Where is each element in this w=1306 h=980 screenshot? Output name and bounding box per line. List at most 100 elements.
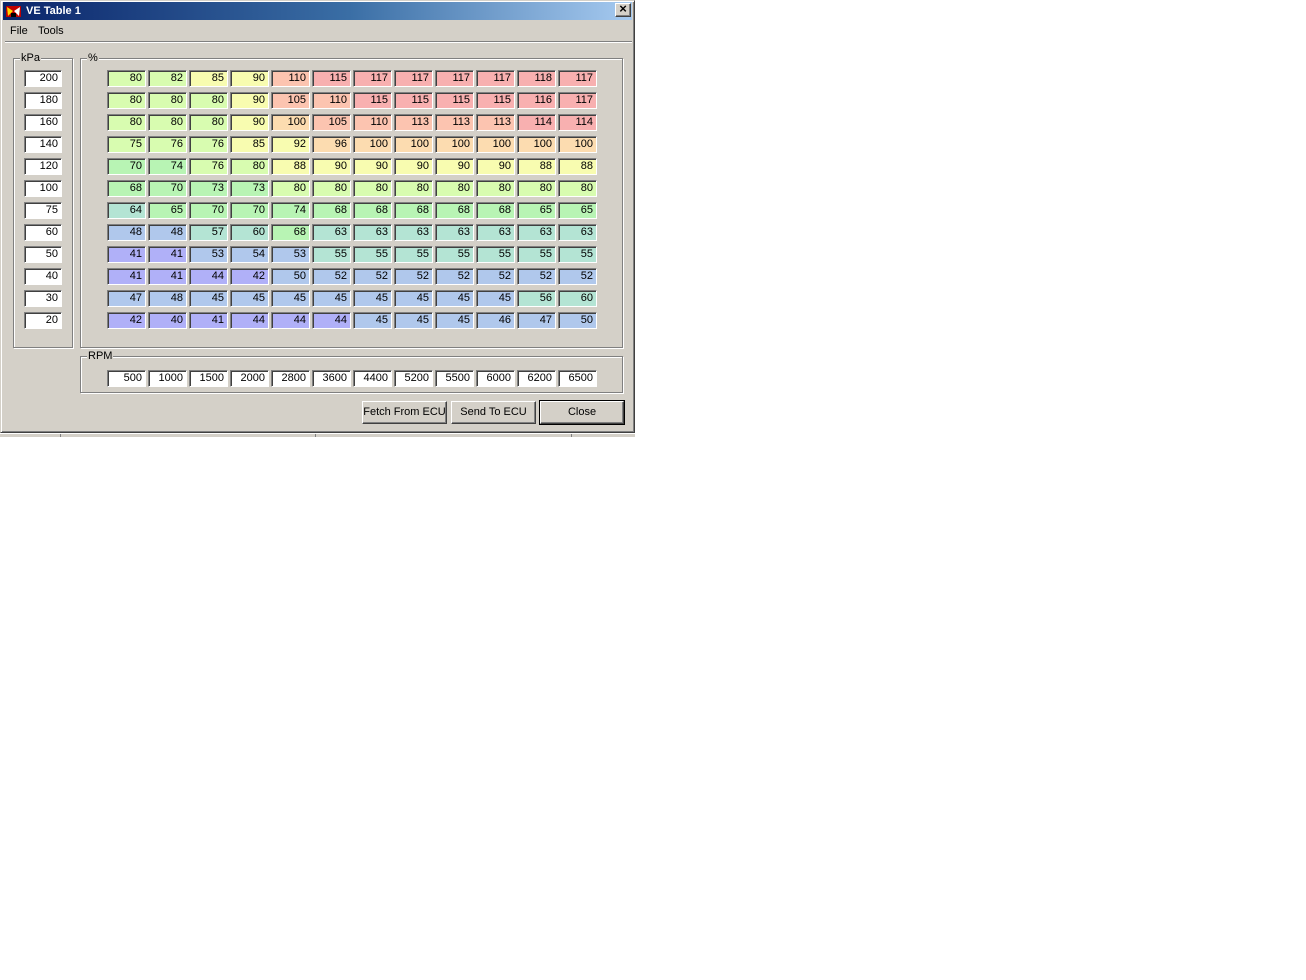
ve-cell[interactable]: 73 — [230, 180, 269, 197]
ve-cell[interactable]: 45 — [394, 312, 433, 329]
ve-cell[interactable]: 113 — [435, 114, 474, 131]
ve-cell[interactable]: 63 — [476, 224, 515, 241]
ve-cell[interactable]: 90 — [230, 92, 269, 109]
ve-cell[interactable]: 110 — [271, 70, 310, 87]
ve-cell[interactable]: 117 — [476, 70, 515, 87]
ve-cell[interactable]: 42 — [107, 312, 146, 329]
ve-cell[interactable]: 80 — [107, 70, 146, 87]
ve-cell[interactable]: 70 — [107, 158, 146, 175]
ve-cell[interactable]: 65 — [517, 202, 556, 219]
ve-cell[interactable]: 55 — [435, 246, 474, 263]
rpm-axis-cell[interactable]: 2000 — [230, 370, 269, 387]
ve-cell[interactable]: 45 — [435, 290, 474, 307]
ve-cell[interactable]: 117 — [394, 70, 433, 87]
ve-cell[interactable]: 56 — [517, 290, 556, 307]
ve-cell[interactable]: 45 — [353, 290, 392, 307]
rpm-axis-cell[interactable]: 1000 — [148, 370, 187, 387]
ve-cell[interactable]: 50 — [558, 312, 597, 329]
ve-cell[interactable]: 75 — [107, 136, 146, 153]
ve-cell[interactable]: 100 — [435, 136, 474, 153]
ve-cell[interactable]: 88 — [517, 158, 556, 175]
ve-cell[interactable]: 80 — [353, 180, 392, 197]
ve-cell[interactable]: 80 — [107, 114, 146, 131]
ve-cell[interactable]: 45 — [435, 312, 474, 329]
ve-cell[interactable]: 44 — [189, 268, 228, 285]
ve-cell[interactable]: 54 — [230, 246, 269, 263]
ve-cell[interactable]: 45 — [271, 290, 310, 307]
kpa-axis-cell[interactable]: 60 — [24, 224, 62, 241]
close-window-button[interactable]: × — [615, 1, 631, 17]
send-to-ecu-button[interactable]: Send To ECU — [451, 401, 536, 424]
ve-cell[interactable]: 60 — [558, 290, 597, 307]
kpa-axis-cell[interactable]: 50 — [24, 246, 62, 263]
ve-cell[interactable]: 45 — [230, 290, 269, 307]
ve-cell[interactable]: 53 — [271, 246, 310, 263]
ve-cell[interactable]: 74 — [148, 158, 187, 175]
ve-cell[interactable]: 80 — [312, 180, 351, 197]
ve-cell[interactable]: 41 — [148, 268, 187, 285]
ve-cell[interactable]: 63 — [517, 224, 556, 241]
rpm-axis-cell[interactable]: 2800 — [271, 370, 310, 387]
ve-cell[interactable]: 55 — [517, 246, 556, 263]
ve-cell[interactable]: 115 — [312, 70, 351, 87]
ve-cell[interactable]: 88 — [271, 158, 310, 175]
ve-cell[interactable]: 68 — [435, 202, 474, 219]
ve-cell[interactable]: 82 — [148, 70, 187, 87]
ve-cell[interactable]: 85 — [189, 70, 228, 87]
title-bar[interactable]: VE Table 1 × — [3, 1, 632, 20]
ve-cell[interactable]: 47 — [107, 290, 146, 307]
ve-cell[interactable]: 48 — [107, 224, 146, 241]
ve-cell[interactable]: 63 — [558, 224, 597, 241]
ve-cell[interactable]: 52 — [435, 268, 474, 285]
ve-cell[interactable]: 114 — [558, 114, 597, 131]
ve-cell[interactable]: 80 — [558, 180, 597, 197]
ve-cell[interactable]: 41 — [148, 246, 187, 263]
ve-cell[interactable]: 117 — [435, 70, 474, 87]
ve-cell[interactable]: 73 — [189, 180, 228, 197]
ve-cell[interactable]: 44 — [312, 312, 351, 329]
rpm-axis-cell[interactable]: 5200 — [394, 370, 433, 387]
ve-cell[interactable]: 45 — [476, 290, 515, 307]
kpa-axis-cell[interactable]: 200 — [24, 70, 62, 87]
ve-cell[interactable]: 80 — [476, 180, 515, 197]
ve-cell[interactable]: 80 — [230, 158, 269, 175]
ve-cell[interactable]: 115 — [353, 92, 392, 109]
ve-cell[interactable]: 76 — [189, 136, 228, 153]
ve-cell[interactable]: 64 — [107, 202, 146, 219]
ve-cell[interactable]: 68 — [271, 224, 310, 241]
ve-cell[interactable]: 65 — [148, 202, 187, 219]
ve-cell[interactable]: 63 — [435, 224, 474, 241]
kpa-axis-cell[interactable]: 75 — [24, 202, 62, 219]
ve-cell[interactable]: 68 — [312, 202, 351, 219]
kpa-axis-cell[interactable]: 40 — [24, 268, 62, 285]
ve-cell[interactable]: 68 — [353, 202, 392, 219]
ve-cell[interactable]: 80 — [517, 180, 556, 197]
ve-cell[interactable]: 80 — [107, 92, 146, 109]
ve-cell[interactable]: 90 — [394, 158, 433, 175]
ve-cell[interactable]: 52 — [353, 268, 392, 285]
ve-cell[interactable]: 85 — [230, 136, 269, 153]
ve-cell[interactable]: 118 — [517, 70, 556, 87]
ve-cell[interactable]: 50 — [271, 268, 310, 285]
ve-cell[interactable]: 74 — [271, 202, 310, 219]
ve-cell[interactable]: 90 — [230, 114, 269, 131]
menu-file[interactable]: File — [8, 24, 30, 38]
ve-cell[interactable]: 45 — [189, 290, 228, 307]
rpm-axis-cell[interactable]: 3600 — [312, 370, 351, 387]
kpa-axis-cell[interactable]: 140 — [24, 136, 62, 153]
ve-cell[interactable]: 105 — [271, 92, 310, 109]
ve-cell[interactable]: 115 — [435, 92, 474, 109]
menu-tools[interactable]: Tools — [36, 24, 66, 38]
kpa-axis-cell[interactable]: 160 — [24, 114, 62, 131]
ve-cell[interactable]: 52 — [476, 268, 515, 285]
ve-cell[interactable]: 45 — [394, 290, 433, 307]
ve-cell[interactable]: 117 — [353, 70, 392, 87]
kpa-axis-cell[interactable]: 30 — [24, 290, 62, 307]
ve-cell[interactable]: 63 — [312, 224, 351, 241]
ve-cell[interactable]: 80 — [435, 180, 474, 197]
ve-cell[interactable]: 68 — [107, 180, 146, 197]
ve-cell[interactable]: 100 — [394, 136, 433, 153]
rpm-axis-cell[interactable]: 6200 — [517, 370, 556, 387]
ve-cell[interactable]: 55 — [558, 246, 597, 263]
ve-cell[interactable]: 70 — [148, 180, 187, 197]
